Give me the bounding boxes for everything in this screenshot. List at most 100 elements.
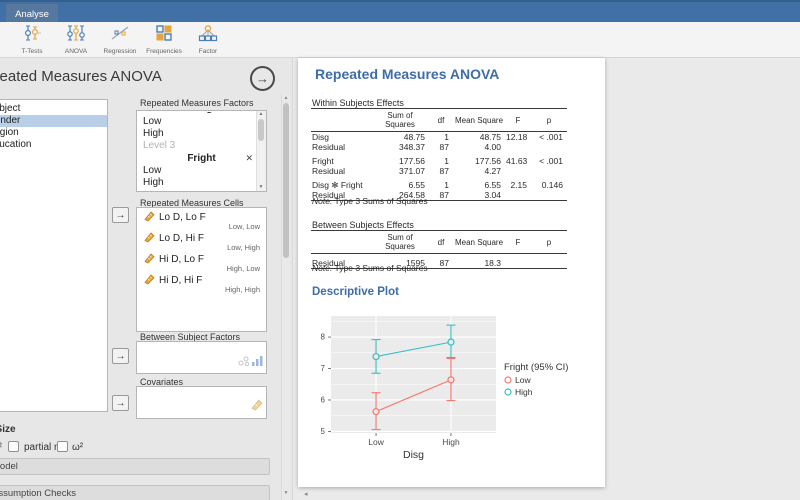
- table-header-row: Sum of Squares df Mean Square Fp: [311, 230, 567, 254]
- factor-level-placeholder[interactable]: Level 3: [137, 140, 266, 152]
- results-area: Repeated Measures ANOVA Within Subjects …: [292, 58, 800, 500]
- tab-analyse[interactable]: Analyse: [6, 4, 58, 24]
- cell-combo: High, High: [224, 285, 260, 294]
- cell-name: Hi D, Lo F: [159, 253, 205, 265]
- svg-text:Low: Low: [515, 375, 531, 385]
- descriptive-plot-heading: Descriptive Plot: [312, 286, 399, 298]
- regression-icon: [110, 24, 130, 47]
- omega-squared-checkbox[interactable]: [57, 441, 68, 452]
- variable-item-education[interactable]: Education: [0, 139, 107, 151]
- right-arrow-icon: →: [256, 71, 269, 86]
- results-title: Repeated Measures ANOVA: [315, 66, 500, 82]
- cell-item[interactable]: Hi D, Hi F High, High: [137, 273, 266, 295]
- variable-item-gender[interactable]: Gender: [0, 115, 107, 127]
- continuous-ruler-icon: [143, 252, 155, 267]
- cell-combo: Low, Low: [228, 222, 260, 231]
- cell-item[interactable]: Lo D, Hi F Low, High: [137, 231, 266, 253]
- cell-item[interactable]: Lo D, Lo F Low, Low: [137, 210, 266, 232]
- cell-name: Lo D, Lo F: [159, 211, 206, 223]
- right-arrow-icon: →: [115, 397, 126, 409]
- anova-icon: [65, 24, 87, 47]
- factor-item-fright[interactable]: Fright ✕: [137, 152, 266, 165]
- scroll-down-icon[interactable]: ▼: [257, 184, 265, 191]
- continuous-ruler-icon: [143, 231, 155, 246]
- omega-squared-label[interactable]: ω²: [72, 442, 83, 453]
- ttests-label: T-Tests: [21, 48, 43, 55]
- cell-name: Hi D, Hi F: [159, 274, 203, 286]
- scroll-up-icon[interactable]: ▲: [257, 111, 265, 118]
- frequencies-button[interactable]: Frequencies: [142, 22, 186, 57]
- continuous-ruler-icon: [143, 273, 155, 288]
- proceed-arrow-button[interactable]: →: [250, 66, 275, 91]
- factor-name: Fright: [187, 153, 216, 164]
- close-icon[interactable]: ✕: [245, 152, 253, 165]
- transfer-to-between-button[interactable]: →: [112, 348, 129, 364]
- analysis-options-panel: Repeated Measures ANOVA → Subject Gender…: [0, 58, 292, 500]
- cell-item[interactable]: Hi D, Lo F High, Low: [137, 252, 266, 274]
- descriptive-plot: 5 6 7 8 Low High Disg Fright (95% CI) Low High: [304, 304, 599, 477]
- analysis-toolbar: T-Tests ANOVA Regression Frequencies Fac…: [0, 22, 800, 58]
- factor-button[interactable]: Factor: [186, 22, 230, 57]
- section-model[interactable]: Model: [0, 458, 270, 475]
- eta-squared-label: η²: [0, 442, 2, 453]
- ttests-button[interactable]: T-Tests: [10, 22, 54, 57]
- scroll-down-icon[interactable]: ▼: [282, 490, 290, 497]
- between-table-caption: Between Subjects Effects: [312, 220, 414, 230]
- ordinal-bars-icon: [252, 353, 263, 371]
- svg-text:High: High: [442, 437, 460, 447]
- regression-label: Regression: [103, 48, 137, 55]
- factors-box-label: Repeated Measures Factors: [140, 98, 254, 108]
- factor-level-item[interactable]: Low: [137, 116, 266, 128]
- variable-item-region[interactable]: Region: [0, 127, 107, 139]
- within-subjects-table: Sum of Squares df Mean Square Fp Disg 48.75 1…: [311, 108, 567, 201]
- section-assumption-checks[interactable]: Assumption Checks: [0, 485, 270, 500]
- svg-text:7: 7: [321, 364, 326, 373]
- table-row: Disg ✻ Fright 6.55 1 6.55 2.15 0.146: [312, 180, 563, 190]
- factor-level-item[interactable]: High: [137, 177, 266, 189]
- factor-level-item[interactable]: High: [137, 128, 266, 140]
- factor-level-item[interactable]: Low: [137, 165, 266, 177]
- nominal-icon: [238, 353, 250, 371]
- svg-text:High: High: [515, 387, 533, 397]
- between-listbox[interactable]: [136, 341, 267, 374]
- partial-eta-squared-checkbox[interactable]: [8, 441, 19, 452]
- descriptive-plot-svg: 5 6 7 8 Low High Disg Fright (95% CI) Low High: [321, 316, 568, 461]
- cell-combo: High, Low: [226, 264, 260, 273]
- scrollbar-thumb[interactable]: [258, 119, 264, 141]
- table-row: Residual 371.07 87 4.27: [312, 166, 501, 176]
- within-table-caption: Within Subjects Effects: [312, 98, 404, 108]
- options-scrollbar[interactable]: ▲ ▼: [281, 94, 290, 500]
- scroll-up-icon[interactable]: ▲: [282, 95, 290, 102]
- within-table-note: Note. Type 3 Sums of Squares: [312, 196, 428, 206]
- right-arrow-icon: →: [115, 209, 126, 221]
- transfer-to-cells-button[interactable]: →: [112, 207, 129, 223]
- anova-button[interactable]: ANOVA: [54, 22, 98, 57]
- continuous-ruler-icon: [143, 210, 155, 225]
- ttests-icon: [22, 24, 42, 47]
- tab-analyse-label: Analyse: [15, 8, 49, 20]
- regression-button[interactable]: Regression: [98, 22, 142, 57]
- variables-list: Subject Gender Region Education: [0, 99, 108, 412]
- between-table-note: Note. Type 3 Sums of Squares: [312, 263, 428, 273]
- frequencies-icon: [155, 24, 173, 47]
- svg-text:Disg: Disg: [403, 449, 424, 461]
- effect-size-header: Effect Size: [0, 424, 16, 435]
- factor-label: Factor: [198, 48, 218, 55]
- anova-label: ANOVA: [64, 48, 88, 55]
- factor-icon: [198, 24, 218, 47]
- cell-name: Lo D, Hi F: [159, 232, 205, 244]
- scrollbar-thumb[interactable]: [283, 103, 289, 258]
- svg-text:8: 8: [321, 333, 326, 342]
- transfer-to-covariates-button[interactable]: →: [112, 395, 129, 411]
- svg-text:5: 5: [321, 427, 326, 436]
- table-row: Residual 348.37 87 4.00: [312, 142, 501, 152]
- table-row: Fright 177.56 1 177.56 41.63 < .001: [312, 156, 563, 166]
- factors-scrollbar[interactable]: ▲ ▼: [256, 111, 266, 191]
- cells-listbox: Lo D, Lo F Low, Low Lo D, Hi F Low, High…: [136, 207, 267, 332]
- results-page: Repeated Measures ANOVA Within Subjects …: [298, 58, 605, 487]
- svg-text:Low: Low: [368, 437, 384, 447]
- covariates-listbox[interactable]: [136, 386, 267, 419]
- variable-item-subject[interactable]: Subject: [0, 103, 107, 115]
- right-arrow-icon: →: [115, 350, 126, 362]
- scroll-left-icon[interactable]: ◂: [304, 490, 308, 498]
